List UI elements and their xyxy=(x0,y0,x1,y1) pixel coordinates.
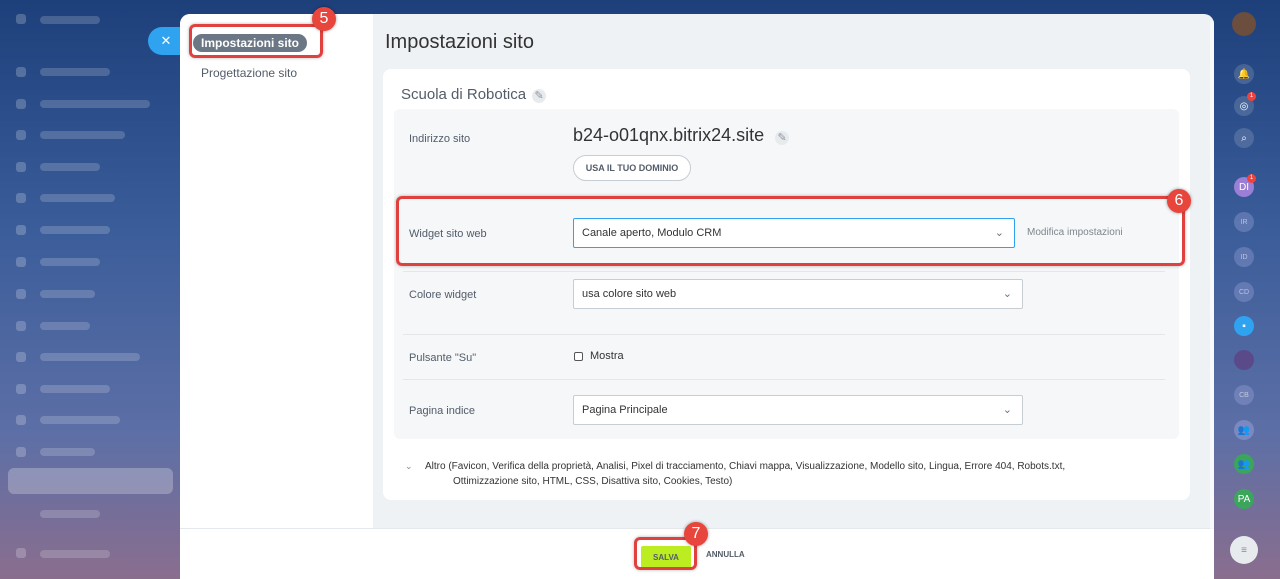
user-avatar[interactable] xyxy=(1232,12,1256,36)
callout-highlight-widget xyxy=(396,196,1185,266)
site-name-text: Scuola di Robotica xyxy=(401,86,527,103)
page-title: Impostazioni sito xyxy=(385,31,534,53)
edit-address-icon[interactable]: ✎ xyxy=(775,131,790,145)
cancel-button[interactable]: ANNULLA xyxy=(706,550,745,559)
search-icon[interactable]: ⌕ xyxy=(1234,128,1254,148)
background-left-menu xyxy=(0,0,180,579)
index-page-select-value: Pagina Principale xyxy=(582,404,668,416)
use-own-domain-button[interactable]: USA IL TUO DOMINIO xyxy=(573,155,691,181)
close-slider-button[interactable]: ✕ xyxy=(148,27,180,55)
widget-color-label: Colore widget xyxy=(409,289,477,301)
site-address-text: b24-o01qnx.bitrix24.site xyxy=(573,125,765,145)
site-name: Scuola di Robotica ✎ xyxy=(401,86,547,103)
more-settings-line1: Altro (Favicon, Verifica della proprietà… xyxy=(425,461,1066,472)
chevron-down-icon: ⌄ xyxy=(405,461,413,471)
chat-icon[interactable]: ▪ xyxy=(1234,316,1254,336)
more-settings-toggle[interactable]: ⌄ Altro (Favicon, Verifica della proprie… xyxy=(405,459,1125,489)
settings-card: Scuola di Robotica ✎ Indirizzo sito b24-o… xyxy=(383,69,1190,500)
avatar[interactable]: CD xyxy=(1234,282,1254,302)
scrollbar[interactable] xyxy=(1210,20,1214,560)
avatar[interactable]: IR xyxy=(1234,212,1254,232)
show-up-button-label[interactable]: Mostra xyxy=(590,350,624,362)
chevron-down-icon: ⌄ xyxy=(1002,404,1012,416)
notification-badge: 1 xyxy=(1247,174,1256,183)
widget-color-select[interactable]: usa colore sito web ⌄ xyxy=(573,279,1023,309)
divider xyxy=(403,379,1165,380)
avatar[interactable] xyxy=(1234,350,1254,370)
settings-nav: Impostazioni sito Progettazione sito xyxy=(180,14,373,528)
nav-item-site-design[interactable]: Progettazione sito xyxy=(201,66,297,80)
address-label: Indirizzo sito xyxy=(409,133,471,145)
callout-badge-5: 5 xyxy=(312,7,336,31)
edit-site-name-icon[interactable]: ✎ xyxy=(532,89,547,103)
avatar[interactable]: CB xyxy=(1234,385,1254,405)
settings-slider: Impostazioni sito Progettazione sito Imp… xyxy=(180,14,1214,579)
right-rail: 🔔 ◎ 1 ⌕ DI 1 IR ID CD ▪ CB 👥 👥 PA ≡ xyxy=(1226,0,1280,579)
group-icon[interactable]: 👥 xyxy=(1234,454,1254,474)
widget-color-select-value: usa colore sito web xyxy=(582,288,677,300)
bell-icon[interactable]: 🔔 xyxy=(1234,64,1254,84)
callout-badge-6: 6 xyxy=(1167,189,1191,213)
close-icon: ✕ xyxy=(160,33,172,48)
settings-form: Indirizzo sito b24-o01qnx.bitrix24.site … xyxy=(394,109,1179,439)
divider xyxy=(403,334,1165,335)
avatar[interactable]: ID xyxy=(1234,247,1254,267)
avatar[interactable]: PA xyxy=(1234,489,1254,509)
callout-highlight-nav xyxy=(189,24,323,58)
show-up-button-checkbox[interactable] xyxy=(574,352,583,361)
index-page-select[interactable]: Pagina Principale ⌄ xyxy=(573,395,1023,425)
more-settings-line2: Ottimizzazione sito, HTML, CSS, Disattiv… xyxy=(453,476,733,487)
divider xyxy=(403,271,1165,272)
site-address: b24-o01qnx.bitrix24.site ✎ xyxy=(573,125,790,146)
chevron-down-icon: ⌄ xyxy=(1002,288,1012,300)
callout-badge-7: 7 xyxy=(684,522,708,546)
notification-badge: 1 xyxy=(1247,92,1256,101)
up-button-label: Pulsante "Su" xyxy=(409,352,477,364)
menu-icon[interactable]: ≡ xyxy=(1230,536,1258,564)
group-icon[interactable]: 👥 xyxy=(1234,420,1254,440)
index-page-label: Pagina indice xyxy=(409,405,476,417)
